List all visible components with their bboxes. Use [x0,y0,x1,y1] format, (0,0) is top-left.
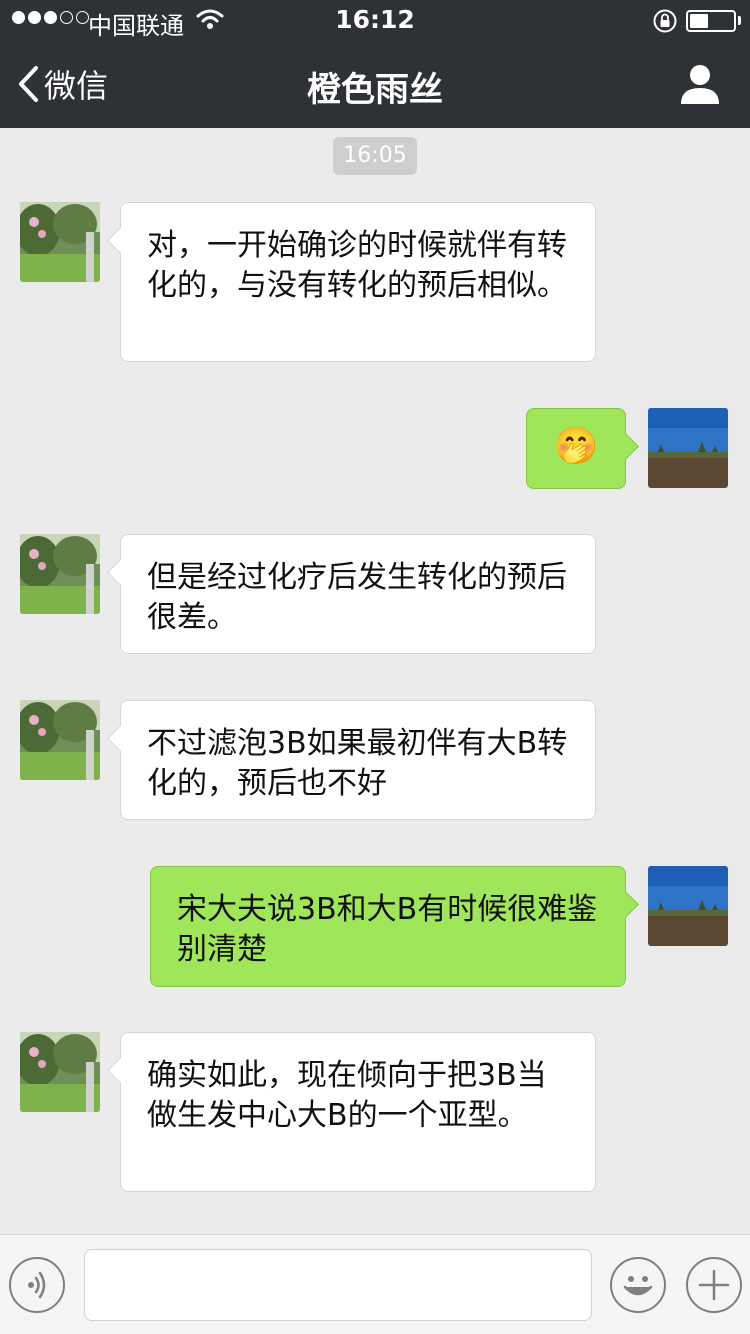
contact-avatar[interactable] [20,534,100,614]
status-bar: 中国联通 16:12 [0,0,750,40]
message-text: 但是经过化疗后发生转化的预后很差。 [147,560,567,635]
plus-icon [698,1269,730,1301]
chat-area[interactable]: 16:05 对，一开始确诊的时候就伴有转化的，与没有转化的预后相似。 🤭 但是经… [0,128,750,1234]
person-icon[interactable] [678,62,722,106]
voice-icon [28,1271,46,1299]
message-text: 确实如此，现在倾向于把3B当做生发中心大B的一个亚型。 [147,1058,547,1133]
more-button[interactable] [686,1257,742,1313]
message-text: 不过滤泡3B如果最初伴有大B转化的，预后也不好 [147,726,568,801]
status-time: 16:12 [335,5,415,34]
received-message-bubble[interactable]: 确实如此，现在倾向于把3B当做生发中心大B的一个亚型。 [120,1032,596,1192]
message-text: 宋大夫说3B和大B有时候很难鉴别清楚 [177,892,598,967]
emoji-message: 🤭 [553,426,599,467]
back-label: 微信 [44,67,109,105]
navigation-bar: 微信 橙色雨丝 [0,40,750,128]
battery-icon [686,10,736,32]
my-avatar[interactable] [648,866,728,946]
back-button[interactable]: 微信 [16,60,108,108]
smiley-icon [623,1276,653,1296]
message-timestamp: 16:05 [333,137,417,175]
message-text: 对，一开始确诊的时候就伴有转化的，与没有转化的预后相似。 [147,228,567,303]
emoji-button[interactable] [610,1257,666,1313]
chat-title: 橙色雨丝 [307,70,443,110]
input-bar [0,1234,750,1334]
contact-avatar[interactable] [20,1032,100,1112]
received-message-bubble[interactable]: 不过滤泡3B如果最初伴有大B转化的，预后也不好 [120,700,596,820]
rotation-lock-icon [653,9,677,33]
received-message-bubble[interactable]: 对，一开始确诊的时候就伴有转化的，与没有转化的预后相似。 [120,202,596,362]
message-input[interactable] [84,1249,592,1321]
voice-button[interactable] [9,1257,65,1313]
received-message-bubble[interactable]: 但是经过化疗后发生转化的预后很差。 [120,534,596,654]
my-avatar[interactable] [648,408,728,488]
chevron-left-icon [19,66,38,102]
sent-message-bubble[interactable]: 宋大夫说3B和大B有时候很难鉴别清楚 [150,866,626,987]
contact-avatar[interactable] [20,202,100,282]
sent-message-bubble[interactable]: 🤭 [526,408,626,489]
header: 中国联通 16:12 微信 橙色雨丝 [0,0,750,128]
contact-avatar[interactable] [20,700,100,780]
